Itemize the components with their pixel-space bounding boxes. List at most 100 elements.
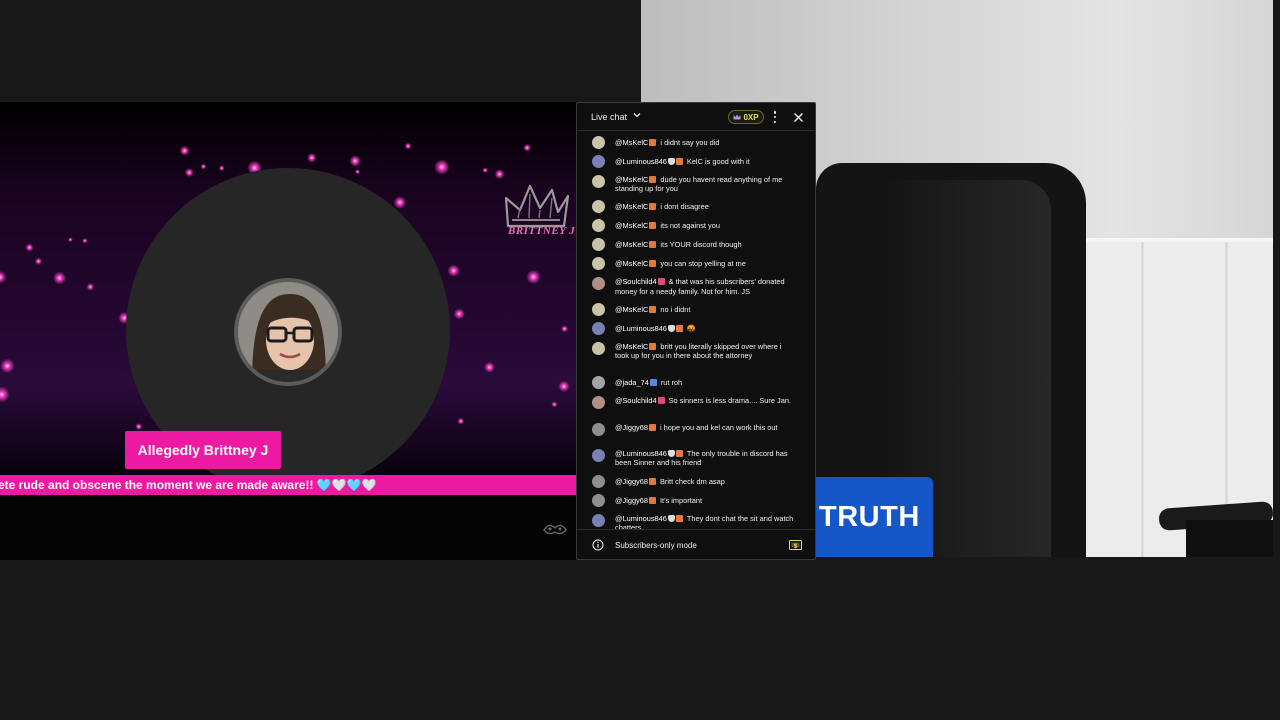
chat-author[interactable]: @Luminous846 — [615, 514, 667, 523]
chat-author[interactable]: @MsKelC — [615, 240, 648, 249]
avatar[interactable] — [592, 321, 605, 335]
chat-author[interactable]: @Luminous846 — [615, 449, 667, 458]
chat-message-text: rut roh — [660, 378, 683, 388]
sparkle-dot — [0, 358, 15, 374]
chat-message[interactable]: @MsKelC dude you havent read anything of … — [577, 171, 815, 197]
chat-message-text: 🤬 — [686, 323, 697, 333]
chat-message[interactable]: @MsKelC i dont disagree — [577, 197, 815, 216]
chat-message[interactable]: @jada_74 rut roh — [577, 373, 815, 392]
chat-author[interactable]: @Luminous846 — [615, 157, 667, 166]
orange-badge-icon — [648, 477, 656, 485]
live-chat-panel: Live chat 0XP @MsKelC i didnt say you did… — [576, 102, 816, 560]
ticker-text: ete rude and obscene the moment we are m… — [0, 478, 377, 492]
avatar[interactable] — [592, 449, 605, 463]
orange-badge-icon — [649, 222, 657, 230]
avatar[interactable] — [592, 474, 605, 488]
corner-logo-icon — [543, 524, 567, 535]
chat-message-body: @MsKelC i dont disagree — [615, 202, 795, 211]
avatar[interactable] — [592, 136, 605, 149]
avatar[interactable] — [592, 200, 605, 214]
chat-author[interactable]: @MsKelC — [615, 342, 648, 351]
avatar[interactable] — [592, 376, 605, 390]
chat-message-body: @Luminous846 KelC is good with it — [615, 157, 795, 166]
avatar[interactable] — [592, 396, 605, 410]
orange-badge-icon — [648, 423, 656, 431]
avatar[interactable] — [592, 493, 605, 507]
avatar[interactable] — [592, 219, 605, 233]
sparkle-dot — [393, 196, 407, 209]
chat-author[interactable]: @Luminous846 — [615, 324, 667, 333]
orange-badge-icon — [649, 260, 657, 268]
avatar[interactable] — [592, 277, 605, 291]
chat-author[interactable]: @MsKelC — [615, 259, 648, 268]
chat-message[interactable]: @Jiggy68 Britt check dm asap — [577, 472, 815, 491]
chat-message[interactable]: @Jiggy68 It's important — [577, 491, 815, 510]
orange-badge-icon — [675, 514, 683, 522]
shield-badge-icon — [667, 450, 675, 458]
chat-message-body: @MsKelC its YOUR discord though — [615, 240, 795, 249]
chat-message[interactable]: @Soulchild4 & that was his subscribers' d… — [577, 273, 815, 299]
chat-author[interactable]: @MsKelC — [615, 202, 648, 211]
chat-author[interactable]: @Jiggy68 — [615, 496, 648, 505]
avatar[interactable] — [592, 422, 605, 436]
chat-footer: Subscribers-only mode $ — [577, 529, 815, 559]
close-icon[interactable] — [793, 112, 804, 123]
ticker-bar: ete rude and obscene the moment we are m… — [0, 475, 577, 495]
avatar[interactable] — [592, 238, 605, 252]
chat-message-body: @Jiggy68 It's important — [615, 496, 795, 505]
sparkle-dot — [526, 269, 541, 285]
chat-message[interactable]: @MsKelC its YOUR discord though — [577, 235, 815, 254]
chat-author[interactable]: @MsKelC — [615, 138, 648, 147]
chat-message[interactable]: @Jiggy68 i hope you and kel can work this… — [577, 419, 815, 445]
sparkle-dot — [434, 159, 450, 175]
chat-author[interactable]: @MsKelC — [615, 221, 648, 230]
chat-message[interactable]: @Soulchild4 So sinners is less drama.... … — [577, 392, 815, 418]
chat-message-body: @MsKelC dude you havent read anything of … — [615, 175, 795, 193]
info-icon[interactable] — [592, 539, 604, 551]
chat-message[interactable]: @MsKelC you can stop yelling at me — [577, 254, 815, 273]
chat-author[interactable]: @Jiggy68 — [615, 477, 648, 486]
chat-message-body: @Soulchild4 So sinners is less drama.... … — [615, 396, 795, 405]
chat-message[interactable]: @MsKelC no i didnt — [577, 300, 815, 319]
caret-down-icon[interactable] — [632, 110, 642, 120]
chat-message[interactable]: @MsKelC its not against you — [577, 216, 815, 235]
avatar[interactable] — [592, 302, 605, 316]
name-tag: Allegedly Brittney J — [125, 431, 281, 469]
chat-author[interactable]: @MsKelC — [615, 175, 648, 184]
crown-icon — [733, 114, 741, 120]
xp-badge[interactable]: 0XP — [728, 110, 764, 124]
avatar[interactable] — [592, 155, 605, 168]
chat-author[interactable]: @Soulchild4 — [615, 277, 657, 286]
sparkle-dot — [404, 142, 412, 150]
chat-message[interactable]: @Luminous846 They dont chat the sit and w… — [577, 510, 815, 530]
avatar[interactable] — [592, 341, 605, 355]
umbrella-badge-icon — [649, 379, 657, 387]
sparkle-dot — [354, 169, 361, 175]
orange-badge-icon — [649, 305, 657, 313]
more-vert-icon[interactable] — [772, 111, 778, 123]
avatar[interactable] — [592, 175, 605, 188]
avatar[interactable] — [592, 513, 605, 527]
chat-message[interactable]: @Luminous846 🤬 — [577, 319, 815, 338]
sparkle-dot — [453, 308, 465, 320]
chair-base — [1186, 520, 1273, 557]
orange-badge-icon — [649, 342, 657, 350]
chat-message[interactable]: @MsKelC britt you literally skipped over … — [577, 338, 815, 374]
chat-author[interactable]: @MsKelC — [615, 305, 648, 314]
superchat-icon[interactable]: $ — [789, 540, 802, 550]
chat-message[interactable]: @MsKelC i didnt say you did — [577, 133, 815, 152]
chat-messages[interactable]: @MsKelC i didnt say you did @Luminous846 Ke… — [577, 132, 815, 530]
orange-badge-icon — [675, 158, 683, 165]
chat-message[interactable]: @Luminous846 KelC is good with it — [577, 152, 815, 171]
orange-badge-icon — [649, 176, 657, 183]
sparkle-dot — [86, 283, 95, 291]
chat-author[interactable]: @jada_74 — [615, 378, 649, 387]
avatar[interactable] — [592, 257, 605, 271]
chat-message-text: no i didnt — [660, 304, 691, 314]
chat-title-dropdown[interactable]: Live chat — [591, 112, 627, 122]
chat-message-text: its YOUR discord though — [660, 240, 742, 250]
chat-author[interactable]: @Jiggy68 — [615, 423, 648, 432]
sparkle-dot — [135, 423, 143, 431]
chat-author[interactable]: @Soulchild4 — [615, 396, 657, 405]
chat-message[interactable]: @Luminous846 The only trouble in discord … — [577, 445, 815, 471]
